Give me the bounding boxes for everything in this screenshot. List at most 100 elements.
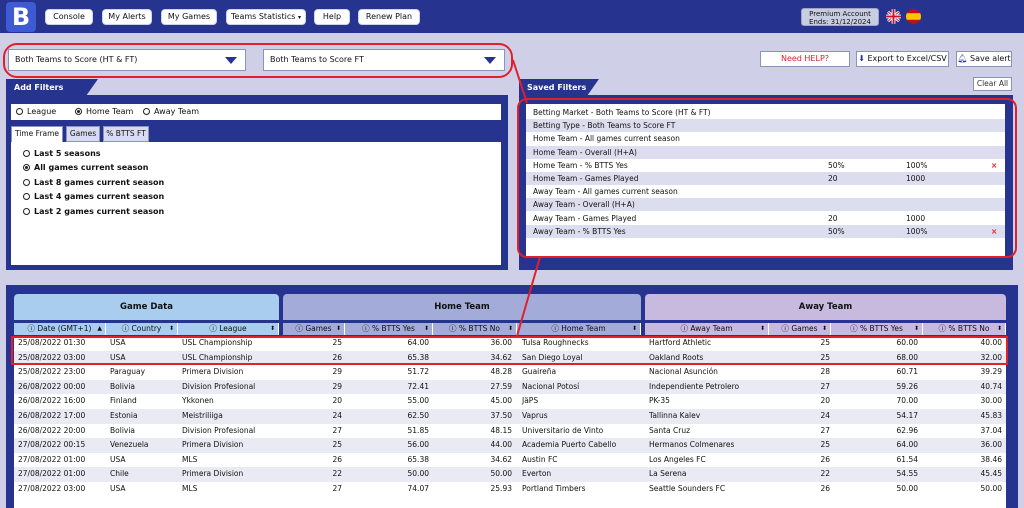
column-header-label: Date (GMT+1) (37, 324, 92, 333)
table-cell: 54.55 (896, 469, 918, 479)
info-icon: ⓘ (781, 324, 792, 333)
info-icon: ⓘ (938, 324, 949, 333)
table-row[interactable]: 26/08/2022 17:00 Estonia Meistriliiga 24 62.… (14, 409, 1006, 424)
column-header-label: % BTTS Yes (859, 324, 903, 333)
table-cell: Los Angeles FC (649, 454, 706, 464)
option-last-5-seasons[interactable]: Last 5 seasons (23, 149, 101, 158)
betting-type-select[interactable]: Both Teams to Score FT (263, 49, 505, 71)
table-row[interactable]: 26/08/2022 16:00 Finland Ykkonen 20 55.00 45.… (14, 394, 1006, 409)
table-cell: Academia Puerto Cabello (522, 440, 617, 450)
export-excel-button[interactable]: ⬇ Export to Excel/CSV (856, 51, 949, 67)
tab-games[interactable]: Games (66, 126, 100, 142)
column-header[interactable]: ⓘ Away Team ⬍ (645, 323, 769, 335)
caret-down-icon (484, 57, 496, 64)
table-cell: 26/08/2022 00:00 (18, 381, 86, 391)
column-header-label: Away Team (690, 324, 733, 333)
sort-icon[interactable]: ⬍ (760, 323, 765, 335)
save-alert-button[interactable]: 🔔︎ Save alert (956, 51, 1012, 67)
sort-icon[interactable]: ⬍ (914, 323, 919, 335)
table-row[interactable]: 25/08/2022 23:00 Paraguay Primera Division… (14, 365, 1006, 380)
column-header[interactable]: ⓘ League ⬍ (178, 323, 279, 335)
table-cell: 37.04 (980, 425, 1002, 435)
nav-my-games-button[interactable]: My Games (161, 9, 217, 25)
top-navbar: B Console My Alerts My Games Teams Stati… (0, 0, 1024, 33)
sort-icon[interactable]: ⬍ (169, 323, 174, 335)
table-cell: 20 (332, 396, 342, 406)
nav-my-alerts-button[interactable]: My Alerts (102, 9, 152, 25)
caret-down-icon (225, 57, 237, 64)
option-all-games-current-season[interactable]: All games current season (23, 163, 149, 172)
table-cell: Nacional Potosí (522, 381, 580, 391)
table-cell: 37.50 (490, 411, 512, 420)
betting-market-select[interactable]: Both Teams to Score (HT & FT) (8, 49, 246, 71)
column-header-label: % BTTS Yes (371, 324, 415, 333)
table-row[interactable]: 27/08/2022 03:00 USA MLS 27 74.07 25.93 Portla… (14, 482, 1006, 497)
column-header[interactable]: ⓘ % BTTS No ⬍ (433, 323, 517, 335)
radio-away-team-label: Away Team (154, 107, 200, 116)
column-header[interactable]: ⓘ % BTTS Yes ⬍ (831, 323, 923, 335)
table-cell: Primera Division (182, 469, 244, 479)
nav-console-button[interactable]: Console (45, 9, 93, 25)
table-cell: 56.00 (407, 440, 429, 450)
filter-scope-radios: League Home Team Away Team (11, 104, 501, 120)
table-cell: 29 (332, 367, 342, 377)
table-cell: MLS (182, 484, 198, 493)
table-cell: 38.46 (980, 454, 1002, 464)
table-row[interactable]: 26/08/2022 00:00 Bolivia Division Profesio… (14, 379, 1006, 395)
radio-circle-icon (16, 108, 23, 115)
column-header[interactable]: ⓘ % BTTS No ⬍ (923, 323, 1006, 335)
table-row[interactable]: 27/08/2022 00:15 Venezuela Primera Divisio… (14, 438, 1006, 453)
group-home-team: Home Team (283, 294, 641, 320)
clear-all-button[interactable]: Clear All (973, 77, 1012, 91)
column-header[interactable]: ⓘ % BTTS Yes ⬍ (345, 323, 433, 335)
radio-away-team[interactable]: Away Team (143, 104, 199, 120)
sort-icon[interactable]: ⬍ (997, 323, 1002, 335)
sort-icon[interactable]: ⬍ (270, 323, 275, 335)
table-cell: 26 (820, 454, 830, 464)
table-row[interactable]: 27/08/2022 01:00 USA MLS 26 65.38 34.62 Austin… (14, 453, 1006, 468)
table-cell: 39.29 (980, 367, 1002, 377)
column-header[interactable]: ⓘ Games ⬍ (283, 323, 345, 335)
table-row[interactable]: 26/08/2022 20:00 Bolivia Division Profesio… (14, 424, 1006, 439)
uk-flag-icon[interactable] (886, 9, 901, 24)
sort-icon[interactable]: ⬍ (632, 323, 637, 335)
nav-help-button[interactable]: Help (314, 9, 350, 25)
info-icon: ⓘ (680, 324, 691, 333)
logo[interactable]: B (6, 2, 36, 32)
sort-icon[interactable]: ⬍ (424, 323, 429, 335)
option-last-4-games[interactable]: Last 4 games current season (23, 192, 164, 201)
table-cell: 26 (332, 454, 342, 464)
table-cell: 44.00 (490, 440, 512, 450)
table-cell: 62.96 (896, 425, 918, 435)
table-cell: Portland Timbers (522, 484, 586, 493)
sort-icon[interactable]: ⬍ (336, 323, 341, 335)
option-last-8-games[interactable]: Last 8 games current season (23, 178, 164, 187)
spain-flag-icon[interactable] (906, 9, 921, 24)
column-header[interactable]: ⓘ Date (GMT+1) ▲ (14, 323, 106, 335)
column-header[interactable]: ⓘ Country ⬍ (106, 323, 178, 335)
table-cell: 27.59 (490, 381, 512, 391)
nav-renew-plan-button[interactable]: Renew Plan (358, 9, 420, 25)
tab-btts-ft[interactable]: % BTTS FT (103, 126, 149, 142)
table-cell: 24 (332, 411, 342, 420)
table-cell: Guaireña (522, 367, 557, 377)
tab-time-frame[interactable]: Time Frame (11, 126, 63, 143)
table-cell: 50.00 (490, 469, 512, 479)
table-cell: Hermanos Colmenares (649, 440, 735, 450)
table-cell: USA (110, 484, 126, 493)
nav-teams-statistics-button[interactable]: Teams Statistics ▾ (226, 9, 306, 25)
column-header[interactable]: ⓘ Home Team ⬍ (517, 323, 641, 335)
table-cell: 25.93 (490, 484, 512, 493)
column-header[interactable]: ⓘ Games ⬍ (769, 323, 831, 335)
table-row[interactable]: 27/08/2022 01:00 Chile Primera Division 22 5… (14, 467, 1006, 482)
option-last-2-games[interactable]: Last 2 games current season (23, 207, 164, 216)
sort-icon[interactable]: ▲ (97, 323, 102, 335)
table-cell: 25 (332, 440, 342, 450)
need-help-button[interactable]: Need HELP? (760, 51, 850, 67)
sort-icon[interactable]: ⬍ (822, 323, 827, 335)
radio-home-team[interactable]: Home Team (75, 104, 133, 120)
radio-league[interactable]: League (16, 104, 56, 120)
sort-icon[interactable]: ⬍ (508, 323, 513, 335)
info-icon: ⓘ (27, 324, 38, 333)
table-cell: Chile (110, 469, 129, 479)
